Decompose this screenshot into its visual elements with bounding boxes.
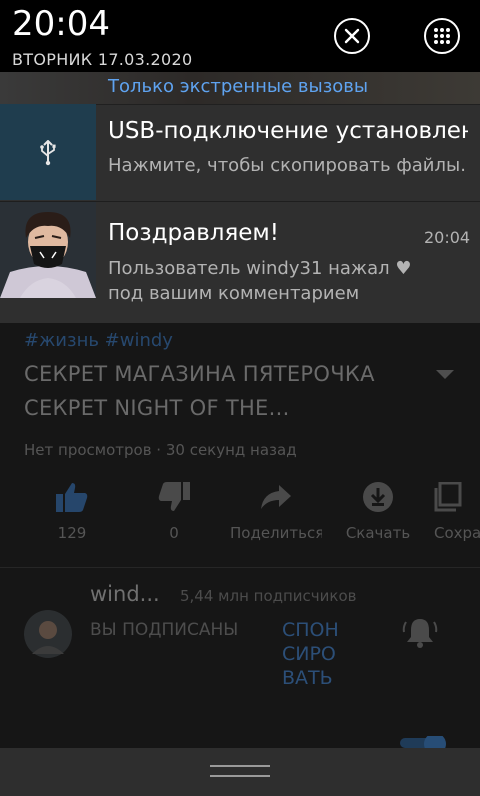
share-label: Поделиться bbox=[230, 524, 322, 542]
close-icon[interactable] bbox=[334, 18, 370, 54]
sponsor-button[interactable]: СПОН СИРО ВАТЬ bbox=[282, 618, 352, 690]
sponsor-label-line2: СИРО bbox=[282, 643, 336, 665]
video-title-line1: СЕКРЕТ МАГАЗИНА ПЯТЕРОЧКА bbox=[24, 362, 375, 386]
usb-notification-text: Нажмите, чтобы скопировать файлы. bbox=[108, 155, 466, 176]
channel-avatar[interactable] bbox=[24, 610, 72, 658]
download-label: Скачать bbox=[345, 524, 411, 542]
video-hashtags[interactable]: #жизнь #windy bbox=[24, 330, 173, 351]
bell-icon[interactable] bbox=[402, 616, 438, 654]
video-title-line2: СЕКРЕТ NIGHT OF THE... bbox=[24, 396, 290, 420]
like-notification-time: 20:04 bbox=[424, 228, 471, 247]
channel-name[interactable]: wind... bbox=[90, 582, 160, 606]
like-notification-text-line2: под вашим комментарием bbox=[108, 283, 360, 304]
divider bbox=[0, 567, 480, 568]
drag-handle-line bbox=[210, 775, 270, 777]
save-button[interactable]: Сохранить bbox=[434, 480, 480, 542]
download-icon bbox=[363, 482, 393, 512]
dislike-button[interactable]: 0 bbox=[128, 480, 220, 542]
share-button[interactable]: Поделиться bbox=[230, 480, 322, 542]
shade-drag-handle-bar[interactable] bbox=[0, 748, 480, 796]
date: ВТОРНИК 17.03.2020 bbox=[12, 50, 193, 69]
chevron-down-icon[interactable] bbox=[436, 370, 454, 379]
thumbs-down-icon bbox=[158, 482, 190, 511]
thumbs-up-icon bbox=[56, 483, 88, 512]
like-notification-title: Поздравляем! bbox=[108, 220, 280, 246]
emergency-calls-text: Только экстренные вызовы bbox=[108, 76, 369, 97]
clock: 20:04 bbox=[12, 4, 110, 44]
sponsor-label-line3: ВАТЬ bbox=[282, 667, 333, 689]
sponsor-label-line1: СПОН bbox=[282, 619, 339, 641]
drag-handle-line bbox=[210, 765, 270, 767]
subscriber-count: 5,44 млн подписчиков bbox=[180, 587, 357, 605]
like-count: 129 bbox=[57, 524, 87, 542]
usb-icon bbox=[40, 140, 56, 166]
download-button[interactable]: Скачать bbox=[332, 480, 424, 542]
share-icon bbox=[261, 485, 291, 509]
usb-notification-title: USB-подключение установлено bbox=[108, 118, 468, 144]
dislike-count: 0 bbox=[169, 524, 179, 542]
apps-grid-icon[interactable] bbox=[424, 18, 460, 54]
usb-notification-icon-box bbox=[0, 104, 96, 200]
autoplay-row-partial bbox=[0, 736, 480, 748]
save-icon bbox=[434, 482, 462, 512]
like-notification-text-line1: Пользователь windy31 нажал ♥ bbox=[108, 258, 412, 279]
save-label: Сохранить bbox=[434, 524, 480, 542]
avatar bbox=[0, 202, 96, 298]
video-meta: Нет просмотров · 30 секунд назад bbox=[24, 441, 297, 459]
like-button[interactable]: 129 bbox=[26, 480, 118, 542]
subscribed-button[interactable]: ВЫ ПОДПИСАНЫ bbox=[90, 620, 238, 640]
